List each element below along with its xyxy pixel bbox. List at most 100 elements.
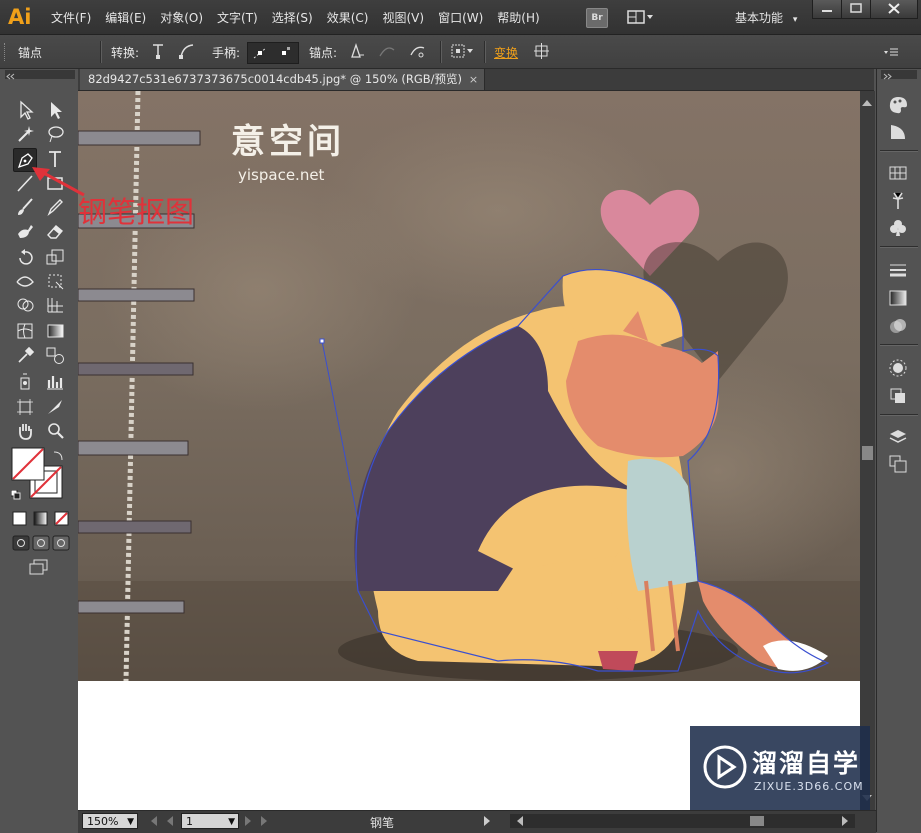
- zoom-tool[interactable]: [44, 420, 66, 442]
- status-menu-icon[interactable]: [484, 816, 495, 826]
- artboards-panel-button[interactable]: [887, 453, 909, 475]
- vertical-scroll-thumb[interactable]: [862, 446, 873, 460]
- width-tool[interactable]: [14, 270, 36, 292]
- show-handles-button[interactable]: [250, 45, 270, 61]
- hide-handles-button[interactable]: [274, 45, 294, 61]
- magic-wand-tool[interactable]: [14, 123, 36, 145]
- right-panel-header[interactable]: [881, 70, 917, 80]
- isolate-button[interactable]: [449, 42, 475, 60]
- transform-link[interactable]: 变换: [494, 44, 518, 61]
- club-icon: [890, 220, 906, 236]
- remove-anchor-button[interactable]: [346, 42, 366, 60]
- draw-normal-button[interactable]: [12, 535, 30, 551]
- scroll-right-icon[interactable]: [842, 816, 853, 826]
- cut-path-button[interactable]: [408, 42, 428, 60]
- menu-type[interactable]: 文字(T): [217, 9, 258, 26]
- tools-panel-header[interactable]: [5, 70, 75, 80]
- bridge-button[interactable]: Br: [586, 8, 608, 28]
- horizontal-scrollbar[interactable]: [510, 814, 855, 828]
- symbol-sprayer-tool[interactable]: [14, 370, 36, 392]
- gradient-tool[interactable]: [44, 320, 66, 342]
- swatches-panel-button[interactable]: [887, 162, 909, 184]
- blob-brush-tool[interactable]: [14, 220, 36, 242]
- maximize-button[interactable]: [841, 0, 871, 19]
- color-button[interactable]: [12, 511, 27, 526]
- brushes-panel-button[interactable]: [887, 189, 909, 211]
- menu-help[interactable]: 帮助(H): [497, 9, 539, 26]
- menu-effect[interactable]: 效果(C): [327, 9, 369, 26]
- eyedropper-tool[interactable]: [14, 344, 36, 366]
- horizontal-scroll-thumb[interactable]: [750, 816, 764, 826]
- menu-file[interactable]: 文件(F): [51, 9, 91, 26]
- gradient-panel-button[interactable]: [887, 287, 909, 309]
- zoom-select[interactable]: 150% ▼: [82, 813, 138, 829]
- artboard-tool[interactable]: [14, 396, 36, 418]
- previous-artboard-icon[interactable]: [162, 816, 173, 826]
- menu-select[interactable]: 选择(S): [272, 9, 313, 26]
- free-transform-tool[interactable]: [44, 270, 66, 292]
- menu-items: 文件(F) 编辑(E) 对象(O) 文字(T) 选择(S) 效果(C) 视图(V…: [44, 9, 547, 26]
- default-colors-icon[interactable]: [10, 489, 21, 500]
- divider: [484, 41, 486, 63]
- artboard-select[interactable]: 1 ▼: [181, 813, 239, 829]
- color-guide-panel-button[interactable]: [887, 121, 909, 143]
- canvas-area[interactable]: 意空间 yispace.net 钢笔抠图: [78, 91, 860, 810]
- watermark: 溜溜自学 ZIXUE.3D66.COM: [690, 726, 870, 810]
- perspective-grid-tool[interactable]: [44, 294, 66, 316]
- lasso-tool[interactable]: [44, 123, 66, 145]
- gradient-button[interactable]: [33, 511, 48, 526]
- menu-window[interactable]: 窗口(W): [438, 9, 483, 26]
- rotate-tool[interactable]: [14, 246, 36, 268]
- scroll-up-icon[interactable]: [862, 95, 872, 106]
- stroke-panel-button[interactable]: [887, 259, 909, 281]
- close-window-button[interactable]: [870, 0, 918, 19]
- hand-tool[interactable]: [14, 420, 36, 442]
- menu-object[interactable]: 对象(O): [160, 9, 203, 26]
- column-graph-tool[interactable]: [44, 370, 66, 392]
- arrange-documents-button[interactable]: [626, 8, 654, 26]
- chevron-down-icon: ▼: [228, 817, 235, 827]
- vertical-scrollbar[interactable]: [860, 91, 875, 810]
- transparency-panel-button[interactable]: [887, 315, 909, 337]
- menu-view[interactable]: 视图(V): [382, 9, 424, 26]
- last-artboard-icon[interactable]: [261, 816, 272, 826]
- symbols-panel-button[interactable]: [887, 217, 909, 239]
- graphic-styles-panel-button[interactable]: [887, 385, 909, 407]
- mesh-tool[interactable]: [14, 320, 36, 342]
- slice-tool[interactable]: [44, 396, 66, 418]
- menu-edit[interactable]: 编辑(E): [105, 9, 146, 26]
- collapse-icon: [6, 73, 15, 80]
- panel-menu-button[interactable]: [882, 42, 902, 60]
- connect-anchors-button[interactable]: [377, 42, 397, 60]
- scroll-left-icon[interactable]: [512, 816, 523, 826]
- color-panel-button[interactable]: [887, 94, 909, 116]
- direct-selection-tool[interactable]: [44, 99, 66, 121]
- screen-mode-button[interactable]: [28, 558, 50, 576]
- convert-to-corner-button[interactable]: [149, 42, 169, 60]
- document-tab-title: 82d9427c531e6737373675c0014cdb45.jpg* @ …: [88, 72, 463, 86]
- blend-tool[interactable]: [44, 344, 66, 366]
- first-artboard-icon[interactable]: [146, 816, 157, 826]
- layers-panel-button[interactable]: [887, 426, 909, 448]
- swatches-icon: [889, 166, 907, 180]
- document-tab[interactable]: 82d9427c531e6737373675c0014cdb45.jpg* @ …: [80, 69, 486, 90]
- eraser-tool[interactable]: [44, 220, 66, 242]
- grip-icon: [4, 43, 8, 61]
- app-logo: Ai: [8, 5, 32, 29]
- convert-to-smooth-button[interactable]: [177, 42, 197, 60]
- minimize-button[interactable]: [812, 0, 842, 19]
- palette-icon: [889, 97, 907, 114]
- close-tab-button[interactable]: ×: [469, 69, 478, 90]
- draw-behind-button[interactable]: [32, 535, 50, 551]
- next-artboard-icon[interactable]: [245, 816, 256, 826]
- slice-icon: [48, 400, 62, 414]
- arrow-icon: [20, 100, 34, 120]
- isolate-icon: [451, 44, 473, 58]
- draw-inside-button[interactable]: [52, 535, 70, 551]
- scale-tool[interactable]: [44, 246, 66, 268]
- align-button[interactable]: [532, 42, 552, 60]
- shape-builder-tool[interactable]: [14, 294, 36, 316]
- workspace-switcher[interactable]: 基本功能 ▾: [735, 9, 797, 26]
- appearance-panel-button[interactable]: [887, 357, 909, 379]
- selection-tool[interactable]: [14, 99, 36, 121]
